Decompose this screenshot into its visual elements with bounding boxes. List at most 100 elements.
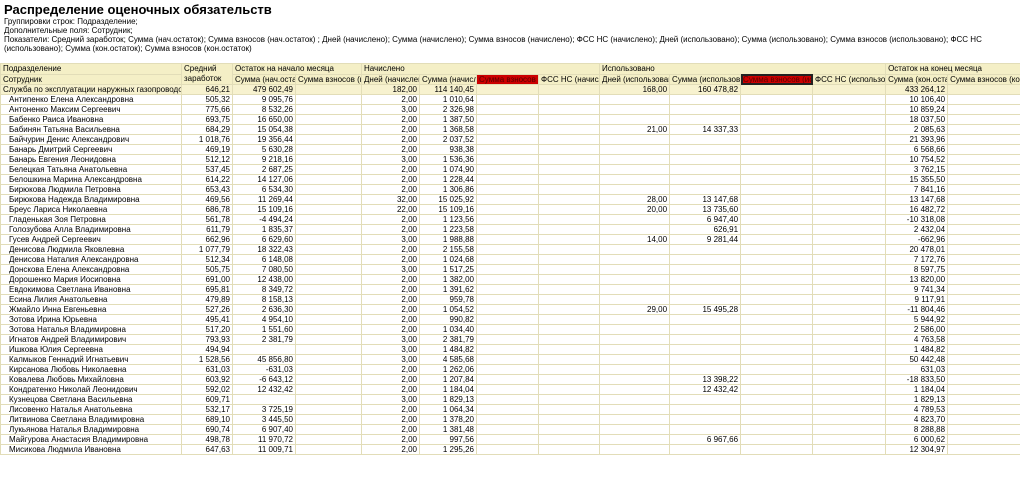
cell — [476, 254, 539, 265]
cell — [669, 244, 742, 255]
cell: 4 954,10 — [232, 314, 296, 325]
table-row[interactable]: Донскова Елена Александровна 505,75 7 080,… — [0, 264, 1020, 275]
cell: 997,56 — [419, 434, 477, 445]
header-fss-accrued[interactable]: ФСС НС (начислено) — [537, 73, 601, 85]
cell — [537, 214, 601, 225]
cell: 695,81 — [181, 284, 233, 295]
cell — [476, 354, 539, 365]
header-sum-close[interactable]: Сумма (кон.остаток) — [885, 73, 949, 85]
table-row[interactable]: Кузнецова Светлана Васильевна 609,71 3,00 1… — [0, 394, 1020, 405]
table-row[interactable]: Мисикова Людмила Ивановна 647,63 11 009,71… — [0, 444, 1020, 455]
cell: 512,12 — [181, 154, 233, 165]
cell: 5 630,28 — [232, 144, 296, 155]
table-row[interactable]: Антипенко Елена Александровна 505,32 9 095… — [0, 94, 1020, 105]
cell — [740, 84, 814, 95]
table-row[interactable]: Белошкина Марина Александровна 614,22 14 1… — [0, 174, 1020, 185]
table-row[interactable]: Банарь Дмитрий Сергеевич 469,19 5 630,28 2,… — [0, 144, 1020, 155]
cell — [947, 394, 1020, 405]
table-row[interactable]: Бирюкова Людмила Петровна 653,43 6 534,30 2… — [0, 184, 1020, 195]
table-row[interactable]: Майгурова Анастасия Владимировна 498,78 11… — [0, 434, 1020, 445]
cell — [599, 344, 671, 355]
group-row[interactable]: Служба по эксплуатации наружных газопров… — [0, 84, 1020, 95]
cell: 614,22 — [181, 174, 233, 185]
employee-name: Бабинян Татьяна Васильевна — [0, 124, 182, 135]
cell: 2,00 — [361, 184, 420, 195]
header-contrib-close[interactable]: Сумма взносов (кон.остаток) — [947, 73, 1020, 85]
table-row[interactable]: Кирсанова Любовь Николаевна 631,03 -631,03… — [0, 364, 1020, 375]
cell: -662,96 — [885, 234, 949, 245]
table-row[interactable]: Калмыков Геннадий Игнатьевич 1 528,56 45 8… — [0, 354, 1020, 365]
cell: 646,21 — [181, 84, 233, 95]
table-row[interactable]: Зотова Наталья Владимировна 517,20 1 551,6… — [0, 324, 1020, 335]
header-fss-used[interactable]: ФСС НС (использовано) — [812, 73, 887, 85]
header-days-accrued[interactable]: Дней (начислено) — [361, 73, 420, 85]
table-row[interactable]: Лисовенко Наталья Анатольевна 532,17 3 725… — [0, 404, 1020, 415]
cell: 433 264,12 — [885, 84, 949, 95]
table-row[interactable]: Бабинян Татьяна Васильевна 684,29 15 054,3… — [0, 124, 1020, 135]
table-row[interactable]: Евдокимова Светлана Ивановна 695,81 8 349,… — [0, 284, 1020, 295]
cell: 2,00 — [361, 134, 420, 145]
header-accrued[interactable]: Начислено — [360, 63, 601, 75]
table-row[interactable]: Жмайло Инна Евгеньевна 527,26 2 636,30 2,00… — [0, 304, 1020, 315]
table-row[interactable]: Денисова Людмила Яковлевна 1 077,79 18 322… — [0, 244, 1020, 255]
header-contrib-accrued[interactable]: Сумма взносов (начислено) — [476, 73, 539, 85]
table-row[interactable]: Белецкая Татьяна Анатольевна 537,45 2 687,… — [0, 164, 1020, 175]
cell — [537, 164, 601, 175]
header-average-earnings[interactable]: Средний заработок — [181, 63, 233, 85]
header-contrib-used[interactable]: Сумма взносов (использовано) — [740, 73, 814, 85]
table-row[interactable]: Кондратенко Николай Леонидович 592,02 12 4… — [0, 384, 1020, 395]
cell — [232, 394, 296, 405]
table-row[interactable]: Есина Лилия Анатольевна 479,89 8 158,13 2,0… — [0, 294, 1020, 305]
header-opening-balance[interactable]: Остаток на начало месяца — [232, 63, 362, 75]
table-row[interactable]: Лукьянова Наталья Владимировна 690,74 6 90… — [0, 424, 1020, 435]
table-row[interactable]: Литвинова Светлана Владимировна 689,10 3 4… — [0, 414, 1020, 425]
report-table: Подразделение Средний заработок Остаток … — [0, 63, 1020, 455]
table-row[interactable]: Гусев Андрей Сергеевич 662,96 6 629,60 3,00… — [0, 234, 1020, 245]
cell — [740, 94, 814, 105]
cell — [812, 214, 887, 225]
table-row[interactable]: Гладенькая Зоя Петровна 561,78 -4 494,24 2,… — [0, 214, 1020, 225]
header-sum-open[interactable]: Сумма (нач.остаток) — [232, 73, 296, 85]
header-closing-balance[interactable]: Остаток на конец месяца — [885, 63, 1020, 75]
table-row[interactable]: Ишкова Юлия Сергеевна 494,94 3,00 1 484,82 1… — [0, 344, 1020, 355]
header-sum-used[interactable]: Сумма (использовано) — [669, 73, 742, 85]
cell: 1 034,40 — [419, 324, 477, 335]
table-row[interactable]: Денисова Наталия Александровна 512,34 6 14… — [0, 254, 1020, 265]
table-row[interactable]: Банарь Евгения Леонидовна 512,12 9 218,16 3… — [0, 154, 1020, 165]
cell — [740, 184, 814, 195]
cell: 2,00 — [361, 144, 420, 155]
header-subdivision[interactable]: Подразделение — [0, 63, 182, 75]
cell — [537, 234, 601, 245]
employee-name: Кирсанова Любовь Николаевна — [0, 364, 182, 375]
cell — [740, 164, 814, 175]
cell — [599, 144, 671, 155]
cell: 6 629,60 — [232, 234, 296, 245]
cell: 1 010,64 — [419, 94, 477, 105]
table-row[interactable]: Дорошенко Мария Иосиповна 691,00 12 438,00… — [0, 274, 1020, 285]
header-contrib-open[interactable]: Сумма взносов (нач.остаток) — [295, 73, 362, 85]
table-row[interactable]: Байчурин Денис Александрович 1 018,76 19 3… — [0, 134, 1020, 145]
header-days-used[interactable]: Дней (использовано) — [599, 73, 671, 85]
cell — [476, 324, 539, 335]
table-row[interactable]: Голозубова Алла Владимировна 611,79 1 835,… — [0, 224, 1020, 235]
header-sum-accrued[interactable]: Сумма (начислено) — [419, 73, 477, 85]
cell: 775,66 — [181, 104, 233, 115]
table-row[interactable]: Бирюкова Надежда Владимировна 469,56 11 26… — [0, 194, 1020, 205]
table-row[interactable]: Игнатов Андрей Владимирович 793,93 2 381,7… — [0, 334, 1020, 345]
table-row[interactable]: Ковалева Любовь Михайловна 603,92 -6 643,1… — [0, 374, 1020, 385]
cell — [740, 434, 814, 445]
table-row[interactable]: Бреус Лариса Николаевна 686,78 15 109,16 22… — [0, 204, 1020, 215]
cell — [947, 104, 1020, 115]
cell: 505,75 — [181, 264, 233, 275]
cell — [537, 274, 601, 285]
cell: 9 741,34 — [885, 284, 949, 295]
table-row[interactable]: Антоненко Максим Сергеевич 775,66 8 532,26… — [0, 104, 1020, 115]
table-row[interactable]: Зотова Ирина Юрьевна 495,41 4 954,10 2,00 99… — [0, 314, 1020, 325]
header-employee[interactable]: Сотрудник — [0, 73, 182, 85]
employee-name: Калмыков Геннадий Игнатьевич — [0, 354, 182, 365]
cell — [669, 404, 742, 415]
table-row[interactable]: Бабенко Раиса Ивановна 693,75 16 650,00 2,0… — [0, 114, 1020, 125]
cell — [947, 254, 1020, 265]
cell — [476, 144, 539, 155]
header-used[interactable]: Использовано — [599, 63, 887, 75]
